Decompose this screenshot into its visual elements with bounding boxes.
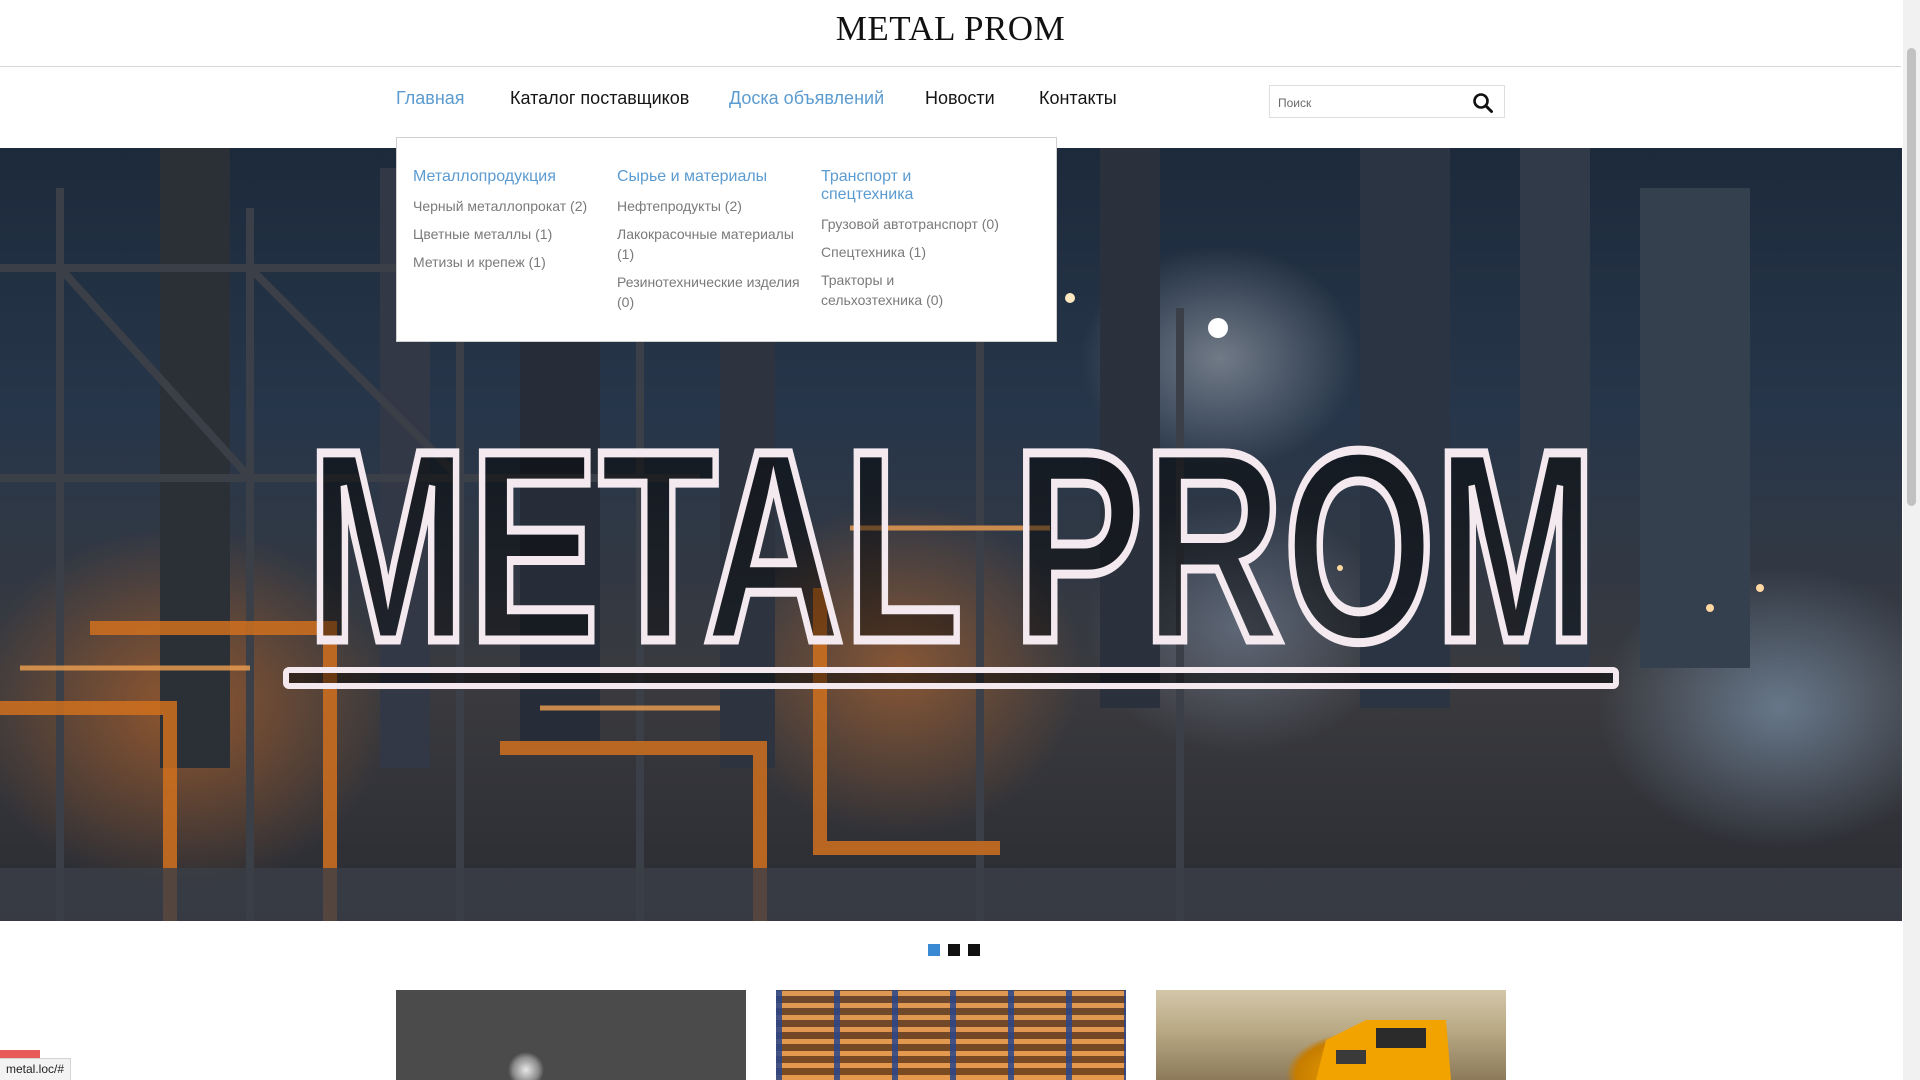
hero-logo-text: METAL PROM (307, 408, 1597, 698)
nav-classifieds[interactable]: Доска объявлений (729, 88, 884, 109)
site-title[interactable]: METAL PROM (0, 9, 1901, 49)
dropdown-category-raw-materials[interactable]: Сырье и материалы (617, 168, 813, 186)
dropdown-column-transport: Транспорт и спецтехника Грузовой автотра… (821, 168, 1026, 318)
dropdown-item-tractors[interactable]: Тракторы и сельхозтехника (0) (821, 270, 981, 310)
search-box (1269, 85, 1505, 118)
truck-image (1316, 1020, 1451, 1080)
dropdown-item-non-ferrous[interactable]: Цветные металлы (1) (413, 224, 609, 244)
dropdown-item-paints[interactable]: Лакокрасочные материалы (1) (617, 224, 813, 264)
nav-suppliers-catalog[interactable]: Каталог поставщиков (510, 88, 689, 109)
dropdown-column-raw: Сырье и материалы Нефтепродукты (2) Лако… (617, 168, 813, 320)
hero-logo: METAL PROM (283, 408, 1619, 703)
search-icon[interactable] (1472, 92, 1494, 114)
dropdown-column-metal: Металлопродукция Черный металлопрокат (2… (413, 168, 609, 280)
dropdown-category-metal-products[interactable]: Металлопродукция (413, 168, 609, 186)
search-input[interactable] (1276, 91, 1460, 115)
category-card-transport[interactable] (1156, 990, 1506, 1080)
nav-home[interactable]: Главная (396, 88, 465, 109)
page-scrollbar[interactable] (1903, 0, 1920, 1080)
carousel-dot-3[interactable] (968, 944, 980, 956)
scrollbar-thumb[interactable] (1907, 48, 1916, 506)
site-header: METAL PROM (0, 0, 1901, 67)
nav-contacts[interactable]: Контакты (1039, 88, 1117, 109)
carousel-dot-2[interactable] (948, 944, 960, 956)
carousel-dot-1[interactable] (928, 944, 940, 956)
dropdown-item-fasteners[interactable]: Метизы и крепеж (1) (413, 252, 609, 272)
dropdown-item-rubber-goods[interactable]: Резинотехнические изделия (0) (617, 272, 813, 312)
category-card-metal[interactable] (396, 990, 746, 1080)
nav-news[interactable]: Новости (925, 88, 995, 109)
classifieds-dropdown: Металлопродукция Черный металлопрокат (2… (396, 137, 1057, 342)
dropdown-item-special-vehicles[interactable]: Спецтехника (1) (821, 242, 1026, 262)
browser-status-bar: metal.loc/# (0, 1058, 72, 1080)
dropdown-item-ferrous-rolled[interactable]: Черный металлопрокат (2) (413, 196, 609, 216)
category-card-raw-materials[interactable] (776, 990, 1126, 1080)
dropdown-category-transport[interactable]: Транспорт и спецтехника (821, 168, 951, 204)
dropdown-item-trucks[interactable]: Грузовой автотранспорт (0) (821, 214, 1026, 234)
dropdown-item-oil-products[interactable]: Нефтепродукты (2) (617, 196, 813, 216)
